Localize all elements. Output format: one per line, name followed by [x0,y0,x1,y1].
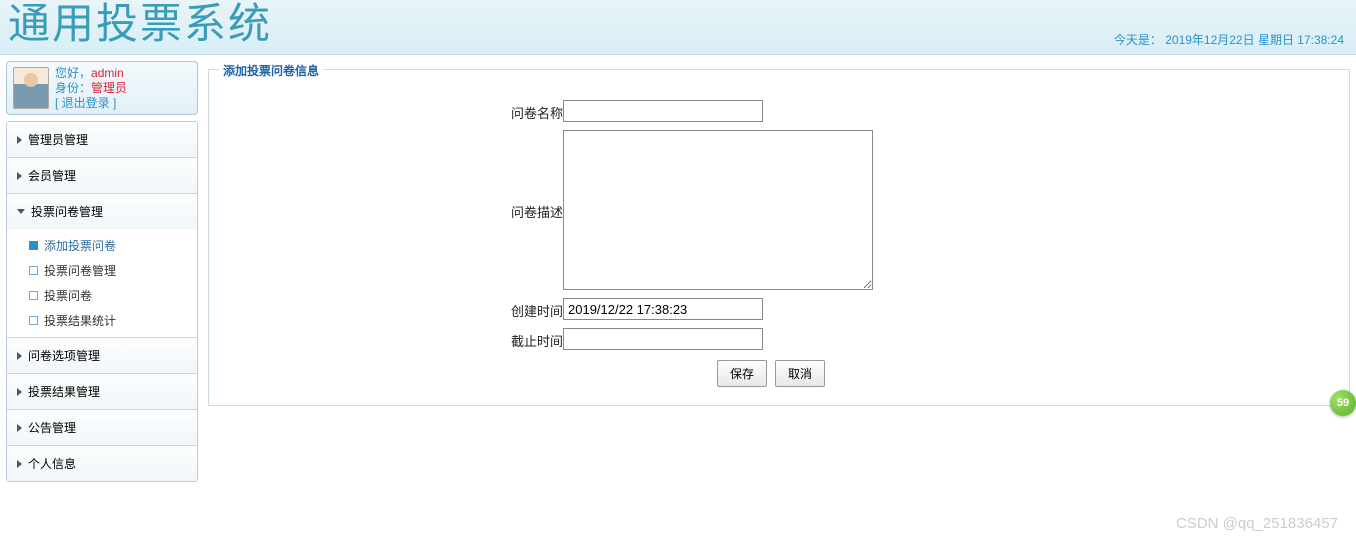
greeting-label: 您好， [55,66,91,80]
nav-label: 公告管理 [28,419,76,436]
nav-group-profile[interactable]: 个人信息 [7,446,197,481]
user-text: 您好，admin 身份：管理员 [ 退出登录 ] [55,66,127,111]
main-content: 添加投票问卷信息 问卷名称 问卷描述 创建时间 截止时间 [208,61,1350,482]
chevron-right-icon [17,172,22,180]
nav-label: 投票结果管理 [28,383,100,400]
logout-link[interactable]: [ 退出登录 ] [55,96,127,111]
create-time-input[interactable] [563,298,763,320]
deadline-label: 截止时间 [507,328,563,350]
form-fieldset: 添加投票问卷信息 问卷名称 问卷描述 创建时间 截止时间 [208,69,1350,406]
desc-label: 问卷描述 [507,130,563,221]
survey-desc-textarea[interactable] [563,130,873,290]
nav-item-label: 投票问卷 [44,287,92,304]
username: admin [91,66,124,80]
avatar [13,67,49,109]
box-icon [29,316,38,325]
nav-item-survey[interactable]: 投票问卷 [7,283,197,308]
nav-group-options[interactable]: 问卷选项管理 [7,338,197,373]
name-label: 问卷名称 [507,100,563,122]
box-icon [29,266,38,275]
nav-item-add-survey[interactable]: 添加投票问卷 [7,233,197,258]
user-info-box: 您好，admin 身份：管理员 [ 退出登录 ] [6,61,198,115]
chevron-right-icon [17,424,22,432]
date-info: 今天是： 2019年12月22日 星期日 17:38:24 [1114,31,1344,48]
nav-group-announce[interactable]: 公告管理 [7,410,197,445]
app-header: 通用投票系统 今天是： 2019年12月22日 星期日 17:38:24 [0,0,1356,55]
chevron-down-icon [17,209,25,214]
nav-group-member[interactable]: 会员管理 [7,158,197,193]
date-value: 2019年12月22日 星期日 17:38:24 [1165,33,1344,47]
role-value: 管理员 [91,81,127,95]
chevron-right-icon [17,460,22,468]
nav-label: 管理员管理 [28,131,88,148]
nav-item-label: 投票结果统计 [44,312,116,329]
nav-panel: 管理员管理 会员管理 投票问卷管理 添加投票问卷 [6,121,198,482]
create-time-label: 创建时间 [507,298,563,320]
nav-item-label: 添加投票问卷 [44,237,116,254]
nav-label: 投票问卷管理 [31,203,103,220]
nav-item-survey-stats[interactable]: 投票结果统计 [7,308,197,333]
chevron-right-icon [17,388,22,396]
nav-label: 会员管理 [28,167,76,184]
nav-item-label: 投票问卷管理 [44,262,116,279]
fieldset-legend: 添加投票问卷信息 [219,62,323,79]
chevron-right-icon [17,352,22,360]
nav-group-admin[interactable]: 管理员管理 [7,122,197,157]
nav-group-results[interactable]: 投票结果管理 [7,374,197,409]
survey-name-input[interactable] [563,100,763,122]
nav-label: 问卷选项管理 [28,347,100,364]
box-icon [29,241,38,250]
sidebar: 您好，admin 身份：管理员 [ 退出登录 ] 管理员管理 会员管理 [6,61,198,482]
cancel-button[interactable]: 取消 [775,360,825,387]
deadline-input[interactable] [563,328,763,350]
save-button[interactable]: 保存 [717,360,767,387]
float-badge[interactable]: 59 [1330,390,1356,416]
watermark-text: CSDN @qq_251836457 [1176,515,1338,532]
date-prefix: 今天是： [1114,33,1162,47]
box-icon [29,291,38,300]
nav-label: 个人信息 [28,455,76,472]
role-label: 身份： [55,81,91,95]
nav-item-manage-survey[interactable]: 投票问卷管理 [7,258,197,283]
nav-group-survey[interactable]: 投票问卷管理 [7,194,197,229]
chevron-right-icon [17,136,22,144]
